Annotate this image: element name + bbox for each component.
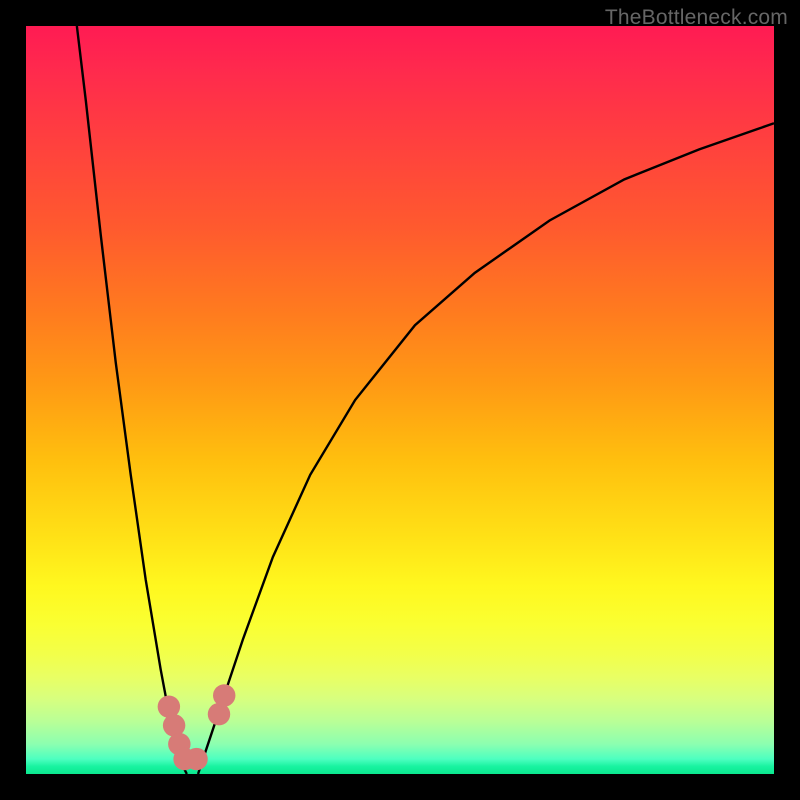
chart-svg <box>26 26 774 774</box>
marker-point-e <box>185 748 207 770</box>
plot-area <box>26 26 774 774</box>
series-group <box>77 26 774 774</box>
marker-point-g <box>213 684 235 706</box>
curve-right-curve <box>198 123 774 774</box>
watermark-text: TheBottleneck.com <box>605 6 788 30</box>
markers-group <box>158 684 236 770</box>
curve-left-curve <box>77 26 187 774</box>
